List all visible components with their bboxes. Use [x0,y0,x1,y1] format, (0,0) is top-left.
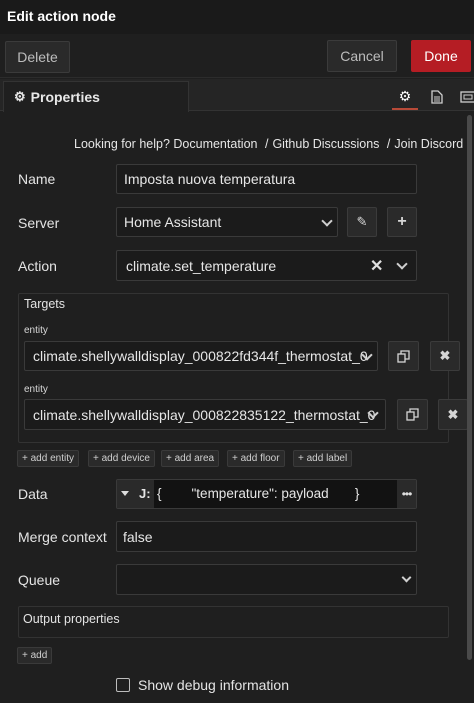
targets-label: Targets [24,297,65,311]
document-icon [431,90,443,104]
close-icon: ✖ [447,406,459,422]
frame-icon [460,91,474,103]
data-label: Data [18,486,48,502]
tab-properties-label: Properties [30,89,100,105]
plus-icon: + [22,650,31,661]
github-discussions-link[interactable]: Github Discussions [272,137,379,151]
remove-entity-button[interactable]: ✖ [438,399,468,430]
plus-icon: + [397,213,407,230]
appearance-tab-frame-icon[interactable] [455,84,474,110]
add-output-property-button[interactable]: + add [17,647,53,664]
plus-icon: + [232,453,241,464]
add-device-button[interactable]: + add device [88,450,155,467]
tab-properties[interactable]: ⚙ Properties [3,81,189,112]
close-icon: ✖ [439,348,451,363]
entity-label: entity [24,384,48,395]
json-type-label: J: [139,486,151,501]
server-select-value: Home Assistant [124,214,222,230]
plus-icon: + [93,453,102,464]
ellipsis-icon: ••• [401,487,413,501]
caret-down-icon [121,491,129,496]
output-properties-label: Output properties [23,612,120,626]
plus-icon: + [298,453,307,464]
add-entity-label: add entity [30,453,74,464]
entity-value: climate.shellywalldisplay_000822fd344f_t… [33,348,368,364]
expand-editor-button[interactable]: ••• [397,480,416,508]
copy-entity-button[interactable] [397,399,428,430]
action-select-value: climate.set_temperature [126,257,277,274]
done-button[interactable]: Done [411,40,471,72]
action-label: Action [18,258,57,274]
edit-server-button[interactable]: ✎ [347,207,377,237]
name-input[interactable]: Imposta nuova temperatura [116,164,417,194]
action-select[interactable]: climate.set_temperature ✕ [116,250,417,281]
data-type-selector[interactable]: J: [117,480,154,508]
queue-select[interactable] [116,564,417,595]
add-area-button[interactable]: + add area [161,450,220,467]
description-tab-document-icon[interactable] [424,84,450,110]
plus-icon: + [22,453,31,464]
merge-context-label: Merge context [18,529,107,545]
add-server-button[interactable]: + [387,207,417,237]
entity-select[interactable]: climate.shellywalldisplay_000822fd344f_t… [24,341,378,371]
entity-label: entity [24,325,48,336]
add-area-label: add area [174,453,215,464]
debug-checkbox[interactable] [116,678,130,692]
help-separator: / [386,137,391,151]
server-select[interactable]: Home Assistant [116,207,338,237]
copy-icon [406,408,419,421]
remove-entity-button[interactable]: ✖ [430,341,460,371]
gear-icon: ⚙ [14,89,26,104]
add-device-label: add device [101,453,150,464]
chevron-down-icon [401,572,412,583]
add-label-button[interactable]: + add label [293,450,353,467]
plus-icon: + [166,453,175,464]
data-value: { "temperature": payload } [157,486,360,501]
copy-entity-button[interactable] [388,341,419,371]
merge-context-input[interactable]: false [116,521,417,552]
delete-button[interactable]: Delete [5,41,70,73]
chevron-down-icon [321,215,333,227]
add-entity-button[interactable]: + add entity [17,450,79,467]
add-output-label: add [30,650,48,661]
queue-label: Queue [18,572,61,588]
copy-icon [397,349,410,363]
name-label: Name [18,171,56,187]
cancel-button[interactable]: Cancel [327,40,397,72]
add-floor-label: add floor [240,453,280,464]
join-discord-link[interactable]: Join Discord [394,137,463,151]
help-separator: / [264,137,269,151]
documentation-link[interactable]: Documentation [173,137,257,151]
dialog-title: Edit action node [7,8,116,24]
settings-tab-gear-icon[interactable]: ⚙ [392,84,418,110]
toolbar [0,34,474,78]
clear-icon[interactable]: ✕ [370,256,383,276]
scrollbar[interactable] [467,115,472,660]
help-line: Looking for help? Documentation / Github … [74,137,463,151]
entity-value: climate.shellywalldisplay_000822835122_t… [33,406,376,423]
entity-select[interactable]: climate.shellywalldisplay_000822835122_t… [24,399,386,430]
help-prefix: Looking for help? [74,137,170,151]
server-label: Server [18,215,60,231]
add-label-label: add label [306,453,348,464]
add-floor-button[interactable]: + add floor [227,450,285,467]
chevron-down-icon [396,258,408,270]
pencil-icon: ✎ [356,214,368,229]
debug-label: Show debug information [138,677,289,693]
